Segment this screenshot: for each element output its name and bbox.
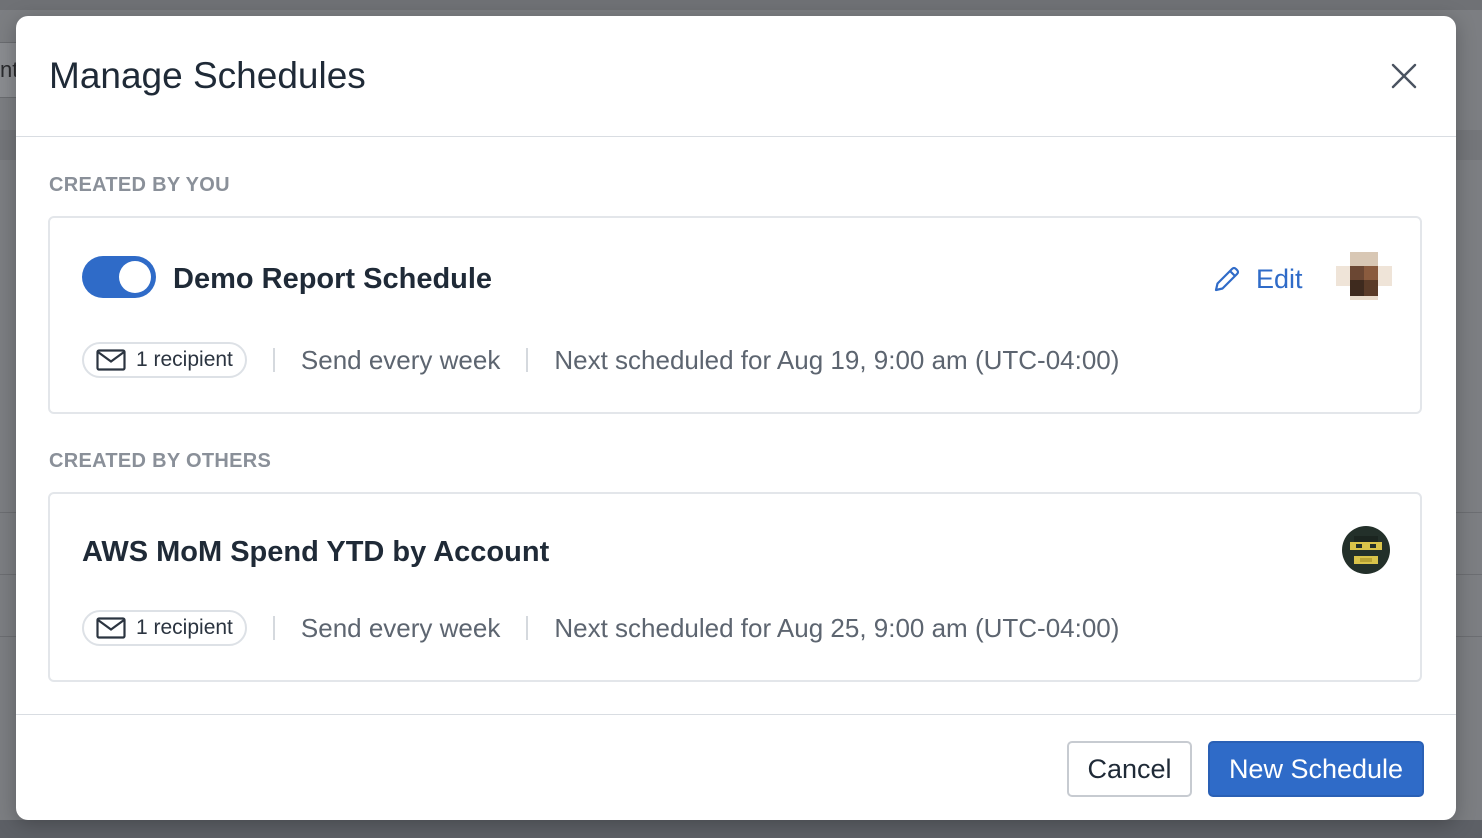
- close-button[interactable]: [1388, 60, 1420, 92]
- background-toolbar: [0, 0, 1482, 10]
- recipients-count: 1 recipient: [136, 616, 233, 639]
- schedule-card: AWS MoM Spend YTD by Account 1 recipient: [48, 492, 1422, 682]
- owner-avatar: [1336, 252, 1392, 300]
- background-field-text: nt: [0, 57, 17, 82]
- cancel-button[interactable]: Cancel: [1067, 741, 1192, 797]
- next-scheduled: Next scheduled for Aug 25, 9:00 am (UTC-…: [554, 612, 1120, 643]
- next-scheduled: Next scheduled for Aug 19, 9:00 am (UTC-…: [554, 344, 1120, 375]
- envelope-icon: [96, 617, 126, 639]
- envelope-icon: [96, 349, 126, 371]
- section-label-created-by-others: CREATED BY OTHERS: [49, 450, 272, 472]
- new-schedule-button[interactable]: New Schedule: [1208, 741, 1424, 797]
- schedule-meta: 1 recipient Send every week Next schedul…: [82, 608, 1119, 648]
- recipients-count: 1 recipient: [136, 348, 233, 371]
- separator: [272, 348, 275, 372]
- recipients-pill[interactable]: 1 recipient: [82, 342, 247, 378]
- dialog-footer: Cancel New Schedule: [16, 714, 1456, 820]
- close-icon: [1391, 63, 1417, 89]
- recipients-pill[interactable]: 1 recipient: [82, 610, 247, 646]
- pencil-icon: [1214, 266, 1240, 292]
- owner-avatar: [1342, 526, 1390, 574]
- toggle-knob: [119, 261, 151, 293]
- schedule-title: Demo Report Schedule: [173, 263, 493, 295]
- edit-schedule-button[interactable]: Edit: [1212, 262, 1303, 296]
- schedule-frequency: Send every week: [300, 344, 501, 375]
- background-field: nt: [0, 42, 17, 98]
- dialog-title: Manage Schedules: [49, 55, 366, 96]
- background-footer-bar: [0, 820, 1482, 838]
- schedule-meta: 1 recipient Send every week Next schedul…: [82, 340, 1119, 380]
- schedule-enabled-toggle[interactable]: [82, 256, 156, 298]
- edit-label: Edit: [1256, 263, 1303, 294]
- manage-schedules-dialog: Manage Schedules CREATED BY YOU Demo Rep…: [16, 16, 1456, 820]
- separator: [526, 616, 529, 640]
- dialog-header: Manage Schedules: [16, 16, 1456, 137]
- section-label-created-by-you: CREATED BY YOU: [49, 174, 230, 196]
- separator: [526, 348, 529, 372]
- separator: [272, 616, 275, 640]
- schedule-title: AWS MoM Spend YTD by Account: [82, 536, 550, 568]
- schedule-frequency: Send every week: [300, 612, 501, 643]
- schedule-card: Demo Report Schedule Edit 1 recipient Se…: [48, 216, 1422, 414]
